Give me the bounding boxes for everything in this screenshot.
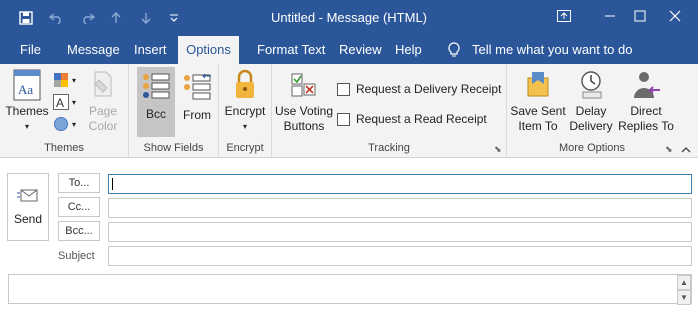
bcc-field[interactable] [108, 222, 692, 242]
bcc-icon [140, 67, 172, 105]
cc-button[interactable]: Cc... [58, 197, 100, 217]
more-options-launcher-icon[interactable]: ⬊ [665, 144, 674, 154]
direct-replies-icon [630, 68, 662, 102]
tell-me-search[interactable]: Tell me what you want to do [448, 36, 632, 64]
page-color-label: Page Color [88, 104, 118, 133]
bcc-label: Bcc [145, 107, 166, 121]
encrypt-icon [231, 68, 259, 102]
themes-icon: Aa [11, 68, 43, 102]
bcc-button[interactable]: Bcc [137, 67, 175, 137]
tracking-launcher-icon[interactable]: ⬊ [494, 144, 503, 154]
tracking-group-label: Tracking [368, 142, 410, 154]
themes-group: Aa Themes ▾ ▾ A ▾ ▾ Page Color Themes [0, 64, 129, 157]
scroll-down-icon[interactable]: ▼ [677, 290, 691, 305]
read-receipt-box[interactable] [337, 112, 350, 126]
fonts-icon[interactable]: A ▾ [53, 94, 81, 110]
tell-me-text: Tell me what you want to do [472, 42, 633, 57]
bcc-address-button[interactable]: Bcc... [58, 221, 100, 241]
to-field[interactable] [108, 174, 692, 194]
delivery-receipt-label: Request a Delivery Receipt [356, 82, 502, 96]
ribbon-tabs: File Message Insert Options Format Text … [0, 36, 698, 64]
direct-replies-button[interactable]: Direct Replies To [615, 68, 677, 134]
ribbon: Aa Themes ▾ ▾ A ▾ ▾ Page Color Themes Bc… [0, 64, 698, 158]
from-button[interactable]: From [178, 68, 216, 123]
delivery-receipt-box[interactable] [337, 82, 350, 96]
voting-buttons-button[interactable]: Use Voting Buttons [274, 68, 334, 134]
lightbulb-icon [448, 42, 460, 58]
cc-field[interactable] [108, 198, 692, 218]
tab-help[interactable]: Help [385, 36, 432, 64]
show-fields-group-label: Show Fields [143, 142, 204, 154]
themes-label: Themes [5, 104, 49, 118]
body-scrollbar[interactable]: ▲ ▼ [677, 275, 691, 305]
tab-review[interactable]: Review [329, 36, 392, 64]
subject-label: Subject [58, 250, 95, 262]
themes-group-label: Themes [44, 142, 84, 154]
effects-icon[interactable]: ▾ [53, 116, 81, 132]
save-sent-item-button[interactable]: Save Sent Item To [509, 68, 567, 134]
tab-file[interactable]: File [10, 36, 51, 64]
svg-text:A: A [56, 96, 64, 110]
delay-icon [575, 68, 607, 102]
colors-icon[interactable]: ▾ [53, 72, 81, 88]
delay-delivery-button[interactable]: Delay Delivery [567, 68, 615, 134]
encrypt-label: Encrypt [224, 104, 266, 118]
direct-replies-label: Direct Replies To [618, 104, 674, 133]
from-label: From [183, 108, 211, 122]
save-sent-icon [522, 68, 554, 102]
send-label: Send [13, 212, 43, 226]
more-options-group: Save Sent Item To Delay Delivery Direct … [507, 64, 677, 157]
themes-button[interactable]: Aa Themes ▾ [5, 68, 49, 134]
read-receipt-checkbox[interactable]: Request a Read Receipt [337, 111, 487, 127]
from-icon [181, 68, 213, 106]
tab-message[interactable]: Message [57, 36, 130, 64]
close-icon[interactable] [655, 0, 695, 32]
title-bar: Untitled - Message (HTML) [0, 0, 698, 36]
send-button[interactable]: Send [7, 173, 49, 241]
encrypt-group-label: Encrypt [226, 142, 264, 154]
tracking-group: Use Voting Buttons Request a Delivery Re… [272, 64, 507, 157]
more-options-group-label: More Options [558, 142, 626, 154]
encrypt-button[interactable]: Encrypt ▾ [223, 68, 267, 134]
voting-icon [288, 68, 320, 102]
save-sent-label: Save Sent Item To [510, 104, 566, 133]
page-color-icon [89, 68, 117, 102]
encrypt-group: Encrypt ▾ Encrypt [219, 64, 272, 157]
show-fields-group: Bcc From Show Fields [129, 64, 219, 157]
to-button[interactable]: To... [58, 173, 100, 193]
restore-ribbon-icon[interactable] [544, 0, 584, 32]
collapse-ribbon-icon[interactable] [680, 144, 692, 154]
delay-label: Delay Delivery [569, 104, 613, 133]
read-receipt-label: Request a Read Receipt [356, 112, 487, 126]
voting-label: Use Voting Buttons [274, 104, 334, 133]
message-body[interactable]: ▲ ▼ [8, 274, 692, 305]
subject-field[interactable] [108, 246, 692, 266]
tab-format-text[interactable]: Format Text [247, 36, 335, 64]
page-color-button[interactable]: Page Color [83, 68, 123, 134]
scroll-up-icon[interactable]: ▲ [677, 275, 691, 290]
maximize-icon[interactable] [620, 0, 660, 32]
svg-text:Aa: Aa [18, 82, 33, 97]
tab-options[interactable]: Options [178, 36, 239, 64]
tab-insert[interactable]: Insert [124, 36, 177, 64]
send-icon [8, 187, 48, 203]
delivery-receipt-checkbox[interactable]: Request a Delivery Receipt [337, 81, 501, 97]
